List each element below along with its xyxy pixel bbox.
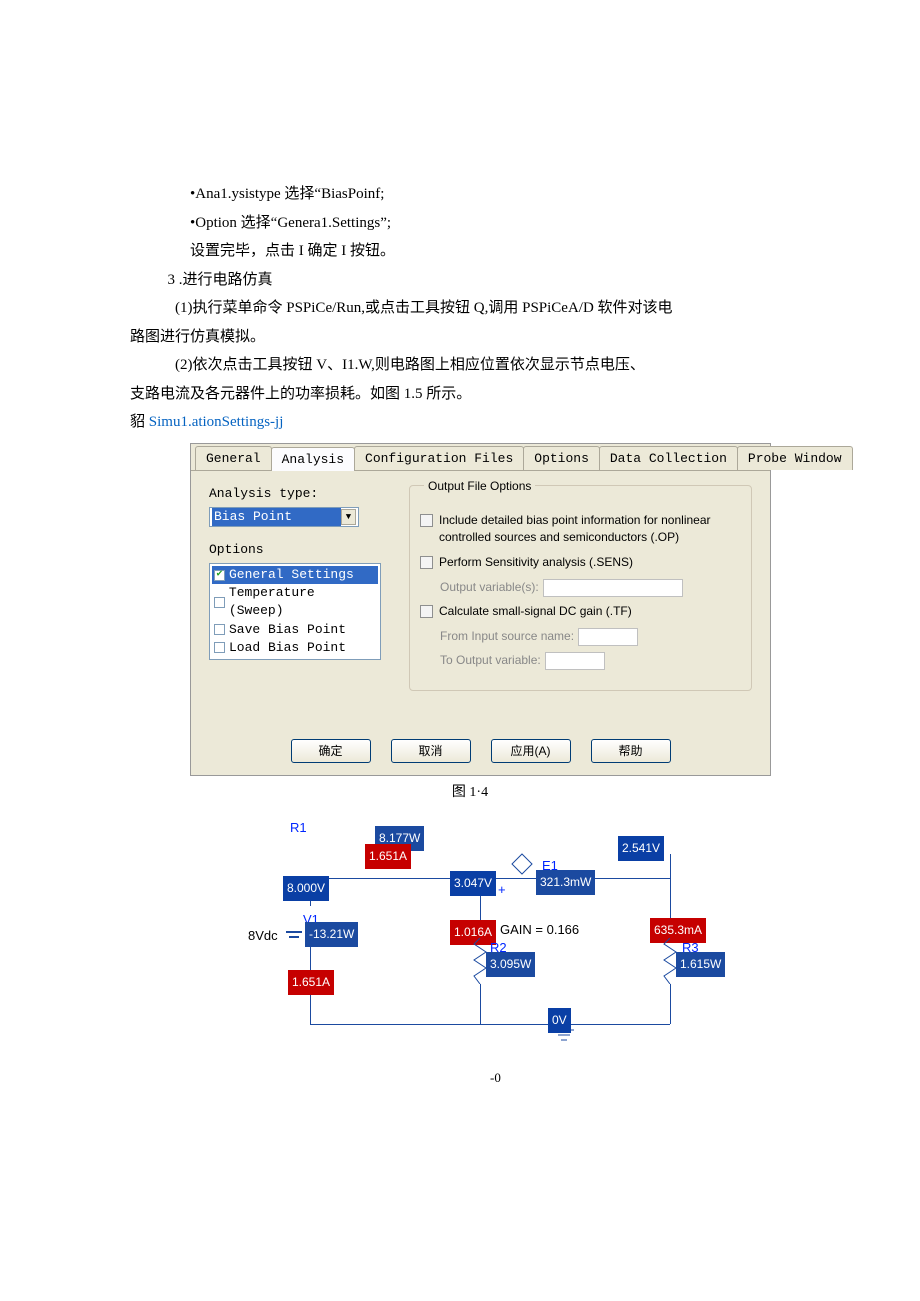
wire bbox=[310, 1024, 670, 1025]
body-line: 路图进行仿真模拟。 bbox=[130, 323, 810, 352]
body-line: (1)执行菜单命令 PSPiCe/Run,或点击工具按钮 Q,调用 PSPiCe… bbox=[130, 294, 810, 323]
body-line: •Ana1.ysistype 选择“BiasPoinf; bbox=[130, 180, 810, 209]
tab-bar: General Analysis Configuration Files Opt… bbox=[191, 444, 770, 471]
option-sensitivity[interactable]: Perform Sensitivity analysis (.SENS) bbox=[420, 554, 741, 571]
tab-analysis[interactable]: Analysis bbox=[271, 447, 355, 471]
output-variable-input[interactable] bbox=[545, 652, 605, 670]
analysis-type-label: Analysis type: bbox=[209, 485, 409, 503]
analysis-type-value: Bias Point bbox=[212, 508, 341, 526]
option-include-bias-info[interactable]: Include detailed bias point information … bbox=[420, 512, 741, 546]
options-label: Options bbox=[209, 541, 409, 559]
document-body: •Ana1.ysistype 选择“BiasPoinf; •Option 选择“… bbox=[130, 180, 810, 1116]
label-r1: R1 bbox=[290, 816, 307, 841]
option-text: Perform Sensitivity analysis (.SENS) bbox=[439, 554, 633, 571]
window-title-link: Simu1.ationSettings-jj bbox=[149, 414, 284, 430]
sub-label: Output variable(s): bbox=[440, 579, 539, 596]
badge-voltage-mid: 3.047V bbox=[450, 871, 496, 896]
badge-current-top: 1.651A bbox=[365, 844, 411, 869]
checkbox-icon[interactable] bbox=[214, 570, 225, 581]
option-label: General Settings bbox=[229, 566, 354, 584]
body-line: 设置完毕，点击 I 确定 I 按钮。 bbox=[130, 237, 810, 266]
option-text: Calculate small-signal DC gain (.TF) bbox=[439, 603, 632, 620]
input-source-input[interactable] bbox=[578, 628, 638, 646]
output-file-options-group: Output File Options Include detailed bia… bbox=[409, 485, 752, 691]
option-text: Include detailed bias point information … bbox=[439, 512, 741, 546]
tab-probe-window[interactable]: Probe Window bbox=[737, 446, 853, 470]
tab-general[interactable]: General bbox=[195, 446, 272, 470]
circuit-diagram: R1 8.177W 1.651A 8.000V V1 8Vdc -13.21W … bbox=[250, 816, 750, 1116]
option-save-bias-point[interactable]: Save Bias Point bbox=[212, 621, 378, 639]
help-button[interactable]: 帮助 bbox=[591, 739, 671, 763]
badge-voltage-ground: 0V bbox=[548, 1008, 571, 1033]
option-label: Load Bias Point bbox=[229, 639, 346, 657]
option-load-bias-point[interactable]: Load Bias Point bbox=[212, 639, 378, 657]
tab-options[interactable]: Options bbox=[523, 446, 600, 470]
window-title-prefix: 貂 bbox=[130, 414, 149, 430]
label-zero-ref: -0 bbox=[490, 1066, 501, 1091]
body-line: •Option 选择“Genera1.Settings”; bbox=[130, 209, 810, 238]
wire bbox=[289, 936, 299, 938]
badge-current-bottom: 1.651A bbox=[288, 970, 334, 995]
section-heading: 3 .进行电路仿真 bbox=[130, 266, 810, 295]
option-label: Save Bias Point bbox=[229, 621, 346, 639]
badge-power-e1: 321.3mW bbox=[536, 870, 595, 895]
option-label: Temperature (Sweep) bbox=[229, 584, 376, 620]
badge-power-r2: 3.095W bbox=[486, 952, 535, 977]
checkbox[interactable] bbox=[420, 514, 433, 527]
chevron-down-icon[interactable]: ▼ bbox=[341, 509, 356, 525]
badge-power-v1: -13.21W bbox=[305, 922, 358, 947]
wire bbox=[670, 984, 671, 1024]
checkbox[interactable] bbox=[420, 605, 433, 618]
option-general-settings[interactable]: General Settings bbox=[212, 566, 378, 584]
e1-symbol bbox=[510, 852, 534, 876]
apply-button[interactable]: 应用(A) bbox=[491, 739, 571, 763]
label-vsrc: 8Vdc bbox=[248, 924, 278, 949]
plus-icon: + bbox=[498, 878, 506, 903]
checkbox-icon[interactable] bbox=[214, 642, 225, 653]
figure-caption-1-4: 图 1·4 bbox=[130, 780, 810, 807]
badge-voltage-e1: 2.541V bbox=[618, 836, 664, 861]
cancel-button[interactable]: 取消 bbox=[391, 739, 471, 763]
output-variables-input[interactable] bbox=[543, 579, 683, 597]
output-variable-row: To Output variable: bbox=[440, 652, 741, 670]
group-legend: Output File Options bbox=[424, 478, 535, 495]
settings-dialog: General Analysis Configuration Files Opt… bbox=[190, 443, 771, 776]
output-variables-row: Output variable(s): bbox=[440, 579, 741, 597]
badge-voltage-left: 8.000V bbox=[283, 876, 329, 901]
checkbox-icon[interactable] bbox=[214, 597, 225, 608]
checkbox[interactable] bbox=[420, 556, 433, 569]
sub-label: From Input source name: bbox=[440, 628, 574, 645]
label-gain: GAIN = 0.166 bbox=[500, 918, 579, 943]
ok-button[interactable]: 确定 bbox=[291, 739, 371, 763]
analysis-type-dropdown[interactable]: Bias Point ▼ bbox=[209, 507, 359, 527]
checkbox-icon[interactable] bbox=[214, 624, 225, 635]
badge-power-r3: 1.615W bbox=[676, 952, 725, 977]
body-line: 支路电流及各元器件上的功率损耗。如图 1.5 所示。 bbox=[130, 380, 810, 409]
option-dc-gain[interactable]: Calculate small-signal DC gain (.TF) bbox=[420, 603, 741, 620]
dialog-button-row: 确定 取消 应用(A) 帮助 bbox=[191, 731, 770, 775]
sub-label: To Output variable: bbox=[440, 652, 541, 669]
wire bbox=[286, 931, 302, 933]
option-temperature-sweep[interactable]: Temperature (Sweep) bbox=[212, 584, 378, 620]
options-list: General Settings Temperature (Sweep) Sav… bbox=[209, 563, 381, 660]
wire bbox=[480, 984, 481, 1024]
window-title-line: 貂 Simu1.ationSettings-jj bbox=[130, 408, 810, 437]
tab-data-collection[interactable]: Data Collection bbox=[599, 446, 738, 470]
body-line: (2)依次点击工具按钮 V、I1.W,则电路图上相应位置依次显示节点电压、 bbox=[130, 351, 810, 380]
tab-configuration-files[interactable]: Configuration Files bbox=[354, 446, 524, 470]
input-source-row: From Input source name: bbox=[440, 628, 741, 646]
